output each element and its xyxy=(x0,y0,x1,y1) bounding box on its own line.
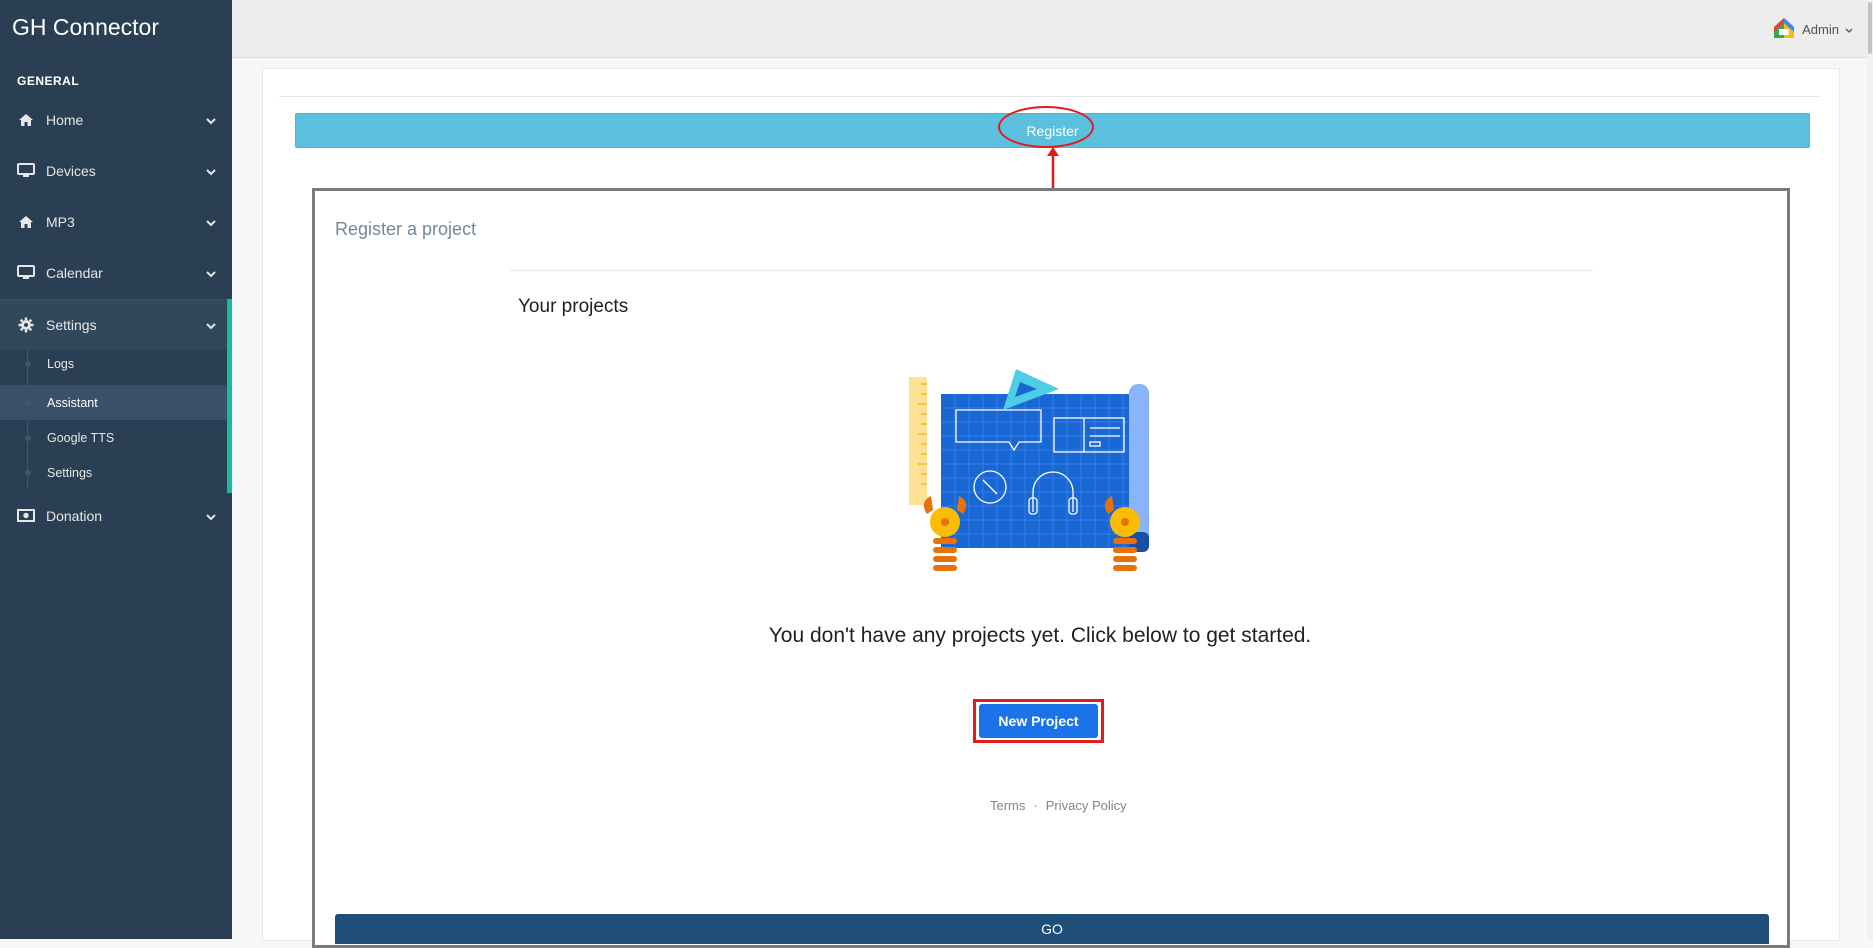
sidebar-item-settings[interactable]: Settings xyxy=(0,299,232,350)
sidebar-item-label: Calendar xyxy=(46,264,103,281)
sidebar-item-mp3[interactable]: MP3 xyxy=(0,196,232,247)
submenu-item-label: Google TTS xyxy=(47,430,115,445)
sidebar-item-calendar[interactable]: Calendar xyxy=(0,247,232,298)
section-label-general: GENERAL xyxy=(17,74,80,88)
home-icon xyxy=(16,110,36,130)
panel-divider xyxy=(279,96,1821,97)
chevron-down-icon xyxy=(206,214,216,230)
projects-heading: Your projects xyxy=(518,296,629,317)
sidebar-item-donation[interactable]: Donation xyxy=(0,490,232,541)
empty-state-message: You don't have any projects yet. Click b… xyxy=(768,624,1312,647)
chevron-down-icon xyxy=(206,508,216,524)
sidebar-item-label: Settings xyxy=(46,316,97,333)
sidebar-item-label: Donation xyxy=(46,507,103,524)
chevron-down-icon xyxy=(1845,22,1853,37)
submenu-item-label: Settings xyxy=(47,465,93,480)
blueprint-illustration-icon xyxy=(909,369,1149,571)
monitor-icon xyxy=(16,263,36,283)
footer-separator: · xyxy=(1033,798,1038,813)
user-name: Admin xyxy=(1802,22,1839,37)
frame-divider xyxy=(510,270,1593,271)
submenu-item-settings[interactable]: Settings xyxy=(0,455,227,490)
chevron-down-icon xyxy=(206,317,216,333)
gear-icon xyxy=(16,315,36,335)
bullet-icon xyxy=(25,360,31,367)
top-navbar: Admin xyxy=(232,0,1867,58)
go-button[interactable]: GO xyxy=(335,914,1769,944)
google-home-icon xyxy=(1772,16,1796,43)
page-scrollbar[interactable] xyxy=(1867,0,1873,939)
bullet-icon xyxy=(25,399,31,406)
frame-title: Register a project xyxy=(335,219,477,239)
sidebar: GH Connector GENERAL Home Devices MP3 Ca… xyxy=(0,0,232,939)
chevron-down-icon xyxy=(206,265,216,281)
chevron-down-icon xyxy=(206,163,216,179)
settings-submenu: Logs Assistant Google TTS Settings xyxy=(0,346,232,493)
submenu-item-google-tts[interactable]: Google TTS xyxy=(0,420,227,455)
sidebar-item-label: MP3 xyxy=(46,213,75,230)
terms-link[interactable]: Terms xyxy=(990,798,1025,813)
submenu-item-assistant[interactable]: Assistant xyxy=(0,385,227,420)
sidebar-item-label: Devices xyxy=(46,162,96,179)
submenu-item-label: Logs xyxy=(47,356,75,371)
monitor-icon xyxy=(16,161,36,181)
chevron-down-icon xyxy=(206,112,216,128)
money-icon xyxy=(16,506,36,526)
sidebar-item-devices[interactable]: Devices xyxy=(0,145,232,196)
sidebar-item-label: Home xyxy=(46,111,84,128)
user-menu[interactable]: Admin xyxy=(1772,16,1853,43)
annotation-box: New Project xyxy=(973,699,1104,743)
app-brand[interactable]: GH Connector xyxy=(12,14,159,41)
new-project-button[interactable]: New Project xyxy=(979,704,1098,738)
annotation-ellipse xyxy=(998,106,1094,148)
footer-links: Terms · Privacy Policy xyxy=(990,798,1127,813)
scrollbar-thumb[interactable] xyxy=(1868,2,1872,54)
privacy-policy-link[interactable]: Privacy Policy xyxy=(1046,798,1127,813)
bullet-icon xyxy=(25,434,31,441)
bullet-icon xyxy=(25,469,31,476)
home-icon xyxy=(16,212,36,232)
submenu-item-label: Assistant xyxy=(47,395,98,410)
submenu-item-logs[interactable]: Logs xyxy=(0,346,227,381)
sidebar-item-home[interactable]: Home xyxy=(0,94,232,145)
